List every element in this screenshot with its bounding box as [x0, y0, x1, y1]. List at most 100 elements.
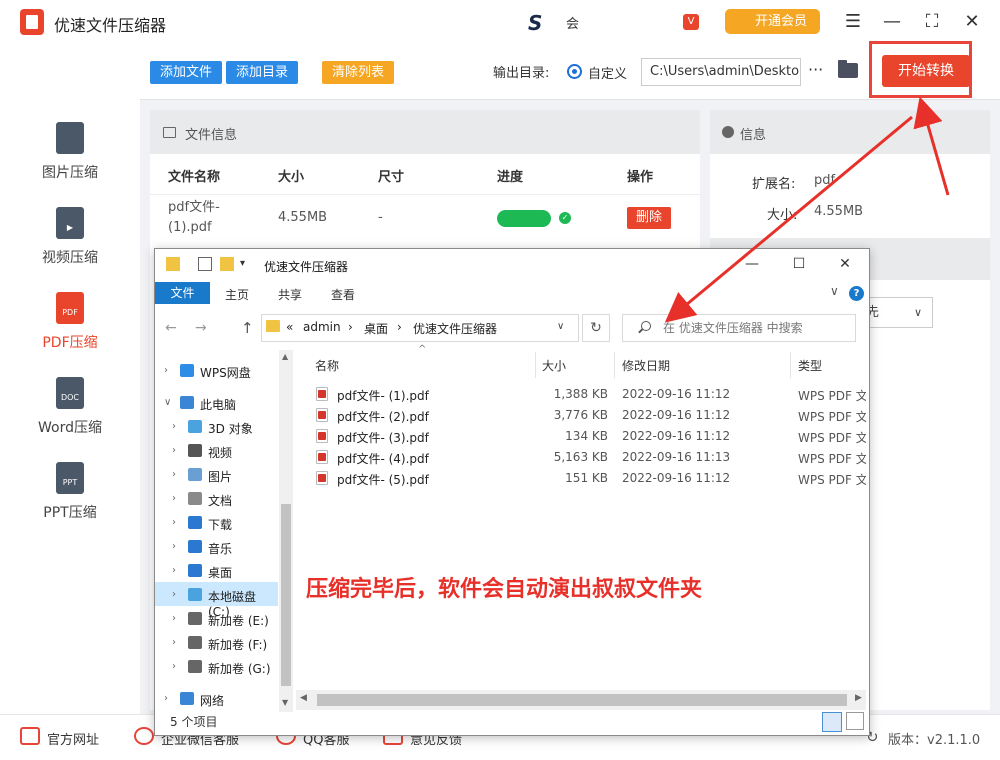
start-convert-button[interactable]: 开始转换 — [882, 55, 970, 87]
breadcrumb-admin[interactable]: admin — [303, 320, 341, 334]
list-column-date[interactable]: 修改日期 — [622, 357, 670, 374]
refresh-button[interactable]: ↻ — [582, 314, 610, 342]
tree-expand-icon[interactable]: › — [172, 517, 176, 528]
tree-expand-icon[interactable]: › — [172, 613, 176, 624]
ribbon-tab-share[interactable]: 共享 — [278, 286, 302, 303]
tree-expand-icon[interactable]: › — [172, 637, 176, 648]
tree-item[interactable]: › 3D 对象 — [156, 418, 278, 442]
tree-item[interactable]: › 新加卷 (E:) — [156, 610, 278, 634]
sidebar-item-word[interactable]: DOC Word压缩 — [0, 365, 140, 445]
address-dropdown-icon[interactable]: ∨ — [557, 321, 564, 332]
details-view-icon[interactable] — [822, 712, 842, 732]
forward-arrow-icon[interactable]: → — [195, 320, 207, 336]
list-column-size[interactable]: 大小 — [542, 357, 566, 374]
up-arrow-icon[interactable]: ↑ — [241, 319, 254, 337]
tree-scroll-thumb[interactable] — [281, 504, 291, 686]
tree-expand-icon[interactable]: › — [164, 365, 168, 376]
tree-item[interactable]: › 视频 — [156, 442, 278, 466]
scroll-right-icon[interactable]: ▶ — [855, 693, 862, 703]
file-date: 2022-09-16 11:12 — [622, 408, 731, 422]
tree-item[interactable]: › 本地磁盘 (C:) — [156, 586, 278, 619]
maximize-button[interactable]: ⛶ — [920, 10, 944, 34]
column-divider[interactable] — [790, 352, 791, 378]
tree-item[interactable]: › 新加卷 (G:) — [156, 658, 278, 682]
qa-dropdown-icon[interactable]: ▾ — [240, 258, 245, 269]
tree-expand-icon[interactable]: › — [172, 493, 176, 504]
more-options-button[interactable]: ··· — [808, 60, 823, 79]
tree-item-label: WPS网盘 — [200, 366, 251, 380]
tree-expand-icon[interactable]: › — [172, 469, 176, 480]
tree-item[interactable]: › 音乐 — [156, 538, 278, 562]
add-file-button[interactable]: 添加文件 — [150, 61, 222, 84]
tree-expand-icon[interactable]: › — [172, 445, 176, 456]
folder-icon — [166, 257, 180, 271]
sidebar-item-video[interactable]: ▶ 视频压缩 — [0, 195, 140, 275]
properties-icon[interactable] — [198, 257, 212, 271]
sidebar-item-ppt[interactable]: PPT PPT压缩 — [0, 450, 140, 530]
add-directory-button[interactable]: 添加目录 — [226, 61, 298, 84]
ribbon-tab-file[interactable]: 文件 — [155, 282, 210, 304]
explorer-close-button[interactable]: ✕ — [830, 252, 860, 276]
tree-expand-icon[interactable]: › — [172, 661, 176, 672]
tree-item-label: 新加卷 (F:) — [208, 638, 268, 652]
tree-expand-icon[interactable]: › — [164, 693, 168, 704]
breadcrumb-desktop[interactable]: 桌面 — [364, 320, 388, 337]
tree-item[interactable]: ∨ 此电脑 — [156, 394, 278, 418]
large-icons-view-icon[interactable] — [846, 712, 864, 730]
column-divider[interactable] — [614, 352, 615, 378]
delete-button[interactable]: 删除 — [627, 207, 671, 229]
new-folder-icon[interactable] — [220, 257, 234, 271]
tree-item[interactable]: › 新加卷 (F:) — [156, 634, 278, 658]
menu-icon[interactable]: ☰ — [841, 10, 865, 34]
column-divider[interactable] — [535, 352, 536, 378]
breadcrumb-current[interactable]: 优速文件压缩器 — [413, 320, 497, 337]
close-button[interactable]: ✕ — [960, 10, 984, 34]
wechat-icon — [134, 727, 154, 745]
scroll-left-icon[interactable]: ◀ — [300, 693, 307, 703]
tree-expand-icon[interactable]: ∨ — [164, 397, 171, 408]
open-folder-icon[interactable] — [838, 60, 858, 78]
tree-item[interactable]: › 文档 — [156, 490, 278, 514]
output-path-input[interactable]: C:\Users\admin\Deskto — [641, 58, 801, 86]
list-column-type[interactable]: 类型 — [798, 357, 822, 374]
image-file-icon — [56, 122, 84, 154]
tree-item[interactable]: › 图片 — [156, 466, 278, 490]
help-icon[interactable]: ? — [849, 286, 864, 301]
open-vip-button[interactable]: 开通会员 — [725, 9, 820, 34]
tree-node-icon — [188, 660, 202, 673]
tree-expand-icon[interactable]: › — [172, 565, 176, 576]
tree-expand-icon[interactable]: › — [172, 541, 176, 552]
breadcrumb-overflow[interactable]: « — [286, 320, 293, 334]
tree-item[interactable]: › WPS网盘 — [156, 362, 278, 386]
tree-item[interactable]: › 下载 — [156, 514, 278, 538]
horizontal-scroll-thumb[interactable] — [317, 694, 847, 706]
sidebar-item-image[interactable]: 图片压缩 — [0, 110, 140, 190]
back-arrow-icon[interactable]: ← — [165, 320, 177, 336]
tree-item[interactable]: › 网络 — [156, 690, 278, 714]
tree-item-label: 桌面 — [208, 566, 233, 580]
ext-value: pdf — [814, 173, 836, 188]
tree-expand-icon[interactable]: › — [172, 421, 176, 432]
ribbon-tab-home[interactable]: 主页 — [225, 286, 249, 303]
vip-icon[interactable]: V — [683, 14, 699, 30]
ribbon-expand-icon[interactable]: ∨ — [830, 284, 839, 298]
clear-list-button[interactable]: 清除列表 — [322, 61, 394, 84]
search-input[interactable]: 在 优速文件压缩器 中搜索 — [622, 314, 856, 342]
list-column-name[interactable]: 名称 — [315, 357, 339, 374]
custom-radio[interactable] — [567, 64, 582, 79]
breadcrumb-separator: › — [397, 320, 402, 334]
explorer-maximize-button[interactable]: ☐ — [784, 252, 814, 276]
column-size: 大小 — [278, 170, 305, 185]
tree-item[interactable]: › 桌面 — [156, 562, 278, 586]
ribbon-tab-view[interactable]: 查看 — [331, 286, 355, 303]
file-name: pdf文件- (1).pdf — [337, 389, 429, 403]
explorer-minimize-button[interactable]: — — [737, 252, 767, 276]
scroll-up-icon[interactable]: ▲ — [282, 352, 288, 361]
file-name: pdf文件- (5).pdf — [337, 473, 429, 487]
tree-expand-icon[interactable]: › — [172, 589, 176, 600]
minimize-button[interactable]: — — [880, 10, 904, 34]
scroll-down-icon[interactable]: ▼ — [282, 698, 288, 707]
tree-item-label: 图片 — [208, 470, 233, 484]
website-link[interactable]: 官方网址 — [47, 729, 99, 748]
sidebar-item-pdf[interactable]: PDF PDF压缩 — [0, 280, 140, 360]
